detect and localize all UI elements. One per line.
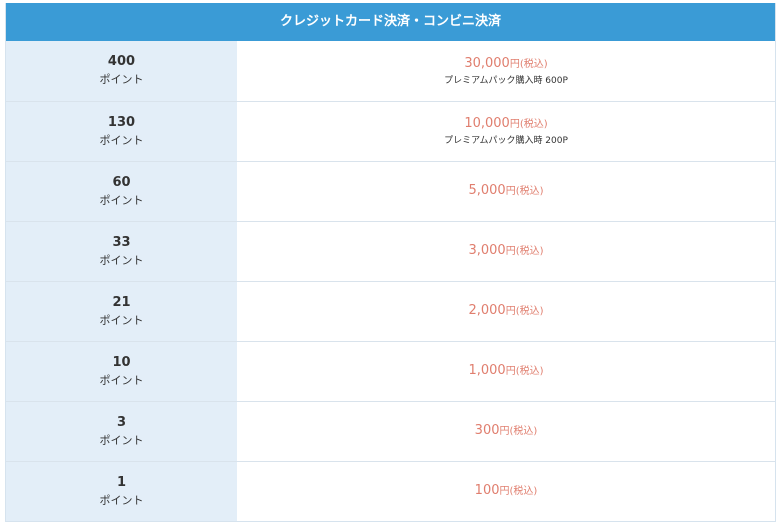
price-amount: 30,000 xyxy=(464,55,510,71)
price-amount: 10,000 xyxy=(464,116,510,131)
points-value: 33 xyxy=(112,234,131,250)
points-value: 1 xyxy=(116,474,127,490)
points-cell: 10 ポイント xyxy=(6,342,237,401)
points-unit: ポイント xyxy=(99,313,144,327)
price-cell: 2,000円(税込) xyxy=(237,282,775,341)
price-amount: 300 xyxy=(474,423,500,438)
price-tax-note: (税込) xyxy=(515,306,544,317)
price-tax-note: (税込) xyxy=(509,486,538,497)
table-row: 130 ポイント 10,000円(税込) プレミアムパック購入時 200P xyxy=(6,101,775,161)
points-cell: 3 ポイント xyxy=(6,402,237,461)
price-cell: 3,000円(税込) xyxy=(237,222,775,281)
price-line: 100円(税込) xyxy=(475,482,538,501)
points-unit: ポイント xyxy=(99,433,144,447)
table-body: 400 ポイント 30,000円(税込) プレミアムパック購入時 600P 130 ポイン… xyxy=(6,41,775,521)
price-cell: 100円(税込) xyxy=(237,462,775,521)
premium-pack-note: プレミアムパック購入時 600P xyxy=(444,75,568,86)
price-currency: 円 xyxy=(505,246,516,257)
price-cell: 300円(税込) xyxy=(237,402,775,461)
price-amount: 3,000 xyxy=(468,243,506,258)
points-unit: ポイント xyxy=(99,373,144,387)
price-cell: 10,000円(税込) プレミアムパック購入時 200P xyxy=(237,102,775,161)
table-header-title: クレジットカード決済・コンビニ決済 xyxy=(279,14,501,29)
points-cell: 130 ポイント xyxy=(6,102,237,161)
points-cell: 33 ポイント xyxy=(6,222,237,281)
price-line: 3,000円(税込) xyxy=(468,242,543,261)
price-line: 1,000円(税込) xyxy=(468,362,543,381)
points-unit: ポイント xyxy=(99,193,144,207)
price-amount: 100 xyxy=(474,483,500,498)
price-line: 300円(税込) xyxy=(475,422,538,441)
table-row: 21 ポイント 2,000円(税込) xyxy=(6,281,775,341)
premium-pack-note: プレミアムパック購入時 200P xyxy=(444,136,568,146)
table-row: 60 ポイント 5,000円(税込) xyxy=(6,161,775,221)
price-currency: 円 xyxy=(499,426,510,437)
table-row: 1 ポイント 100円(税込) xyxy=(6,461,775,521)
price-currency: 円 xyxy=(509,58,520,70)
price-amount: 1,000 xyxy=(468,363,506,378)
price-cell: 30,000円(税込) プレミアムパック購入時 600P xyxy=(237,41,775,101)
price-line: 5,000円(税込) xyxy=(468,182,543,201)
price-amount: 2,000 xyxy=(468,303,506,318)
price-line: 2,000円(税込) xyxy=(468,302,543,321)
points-value: 3 xyxy=(116,414,127,430)
price-currency: 円 xyxy=(509,119,520,130)
points-cell: 21 ポイント xyxy=(6,282,237,341)
price-tax-note: (税込) xyxy=(515,246,544,257)
table-row: 10 ポイント 1,000円(税込) xyxy=(6,341,775,401)
table-row: 400 ポイント 30,000円(税込) プレミアムパック購入時 600P xyxy=(6,41,775,101)
points-cell: 1 ポイント xyxy=(6,462,237,521)
price-tax-note: (税込) xyxy=(509,426,538,437)
points-unit: ポイント xyxy=(99,253,144,267)
price-amount: 5,000 xyxy=(468,183,506,198)
price-table: クレジットカード決済・コンビニ決済 400 ポイント 30,000円(税込) プレミア… xyxy=(5,3,776,522)
points-value: 60 xyxy=(112,174,131,190)
points-unit: ポイント xyxy=(99,73,144,86)
price-tax-note: (税込) xyxy=(519,119,548,130)
points-cell: 60 ポイント xyxy=(6,162,237,221)
points-value: 130 xyxy=(107,114,136,130)
price-currency: 円 xyxy=(499,486,510,497)
points-value: 10 xyxy=(112,354,131,370)
price-currency: 円 xyxy=(505,306,516,317)
points-unit: ポイント xyxy=(99,133,144,147)
table-row: 3 ポイント 300円(税込) xyxy=(6,401,775,461)
points-cell: 400 ポイント xyxy=(6,41,237,101)
price-line: 10,000円(税込) xyxy=(464,115,547,134)
table-row: 33 ポイント 3,000円(税込) xyxy=(6,221,775,281)
price-currency: 円 xyxy=(505,186,516,197)
price-tax-note: (税込) xyxy=(515,186,544,197)
price-tax-note: (税込) xyxy=(519,58,548,70)
points-unit: ポイント xyxy=(99,493,144,507)
price-currency: 円 xyxy=(505,366,516,377)
points-value: 400 xyxy=(107,54,136,69)
table-header: クレジットカード決済・コンビニ決済 xyxy=(6,3,775,41)
price-line: 30,000円(税込) xyxy=(464,55,547,74)
points-value: 21 xyxy=(112,294,131,310)
price-cell: 1,000円(税込) xyxy=(237,342,775,401)
price-cell: 5,000円(税込) xyxy=(237,162,775,221)
price-tax-note: (税込) xyxy=(515,366,544,377)
